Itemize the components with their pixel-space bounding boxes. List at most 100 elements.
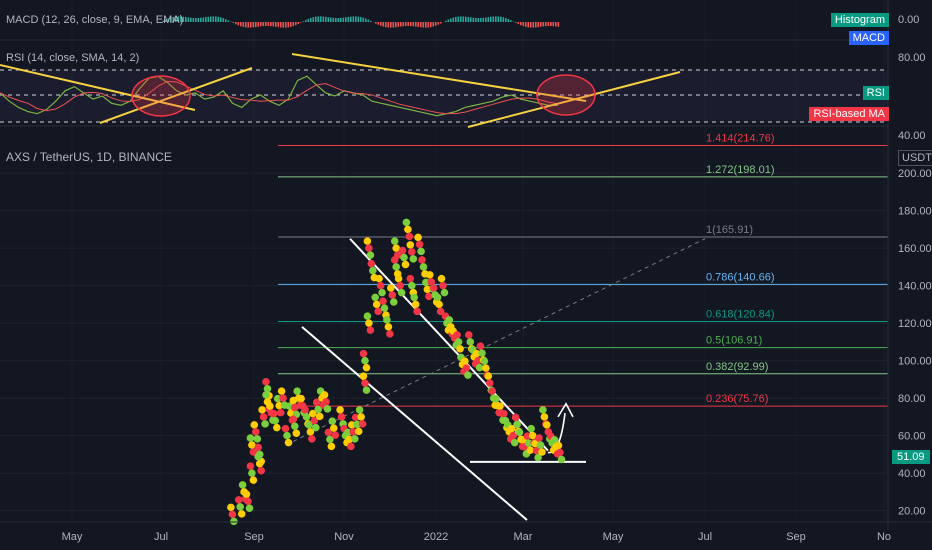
price-dot	[433, 293, 442, 302]
price-dot	[445, 316, 454, 324]
macd-badge: MACD	[848, 31, 889, 45]
price-dot	[357, 413, 365, 421]
macd-bar	[500, 16, 502, 22]
fib-level-label: 1.272(198.01)	[706, 164, 775, 176]
price-dot	[252, 428, 260, 436]
macd-bar	[415, 22, 417, 27]
price-dot	[515, 428, 524, 437]
price-dot	[408, 248, 416, 256]
price-dot	[478, 349, 486, 357]
price-dot	[236, 503, 244, 511]
price-dot	[453, 331, 461, 339]
price-dot	[540, 413, 549, 421]
price-dot	[492, 394, 500, 403]
price-dot	[276, 408, 285, 417]
price-dot	[238, 481, 247, 489]
macd-bar	[312, 17, 315, 22]
price-dot	[383, 316, 391, 324]
rsi-ma-badge: RSI-based MA	[809, 107, 889, 121]
price-dot	[496, 402, 504, 410]
macd-bar	[225, 19, 227, 22]
price-dot	[253, 435, 262, 443]
price-dot	[355, 406, 364, 414]
price-dot	[401, 260, 410, 269]
macd-bar	[482, 17, 485, 22]
macd-bar	[392, 22, 395, 28]
y-tick-label: 20.00	[898, 506, 926, 518]
price-dot	[266, 402, 274, 410]
price-dot	[429, 284, 438, 292]
price-dot	[535, 434, 543, 442]
price-dot	[405, 232, 414, 241]
y-tick-label: 140.00	[898, 281, 932, 293]
price-dot	[283, 431, 291, 440]
macd-bar	[405, 22, 407, 27]
price-dot	[440, 288, 449, 297]
price-dot	[359, 372, 368, 380]
macd-bar	[380, 22, 382, 26]
price-dot	[259, 413, 268, 421]
price-dot	[454, 338, 463, 346]
price-dot	[362, 363, 371, 372]
macd-bar	[232, 22, 235, 23]
price-dot	[254, 443, 262, 452]
macd-bar	[527, 22, 530, 28]
price-dot	[254, 452, 262, 461]
x-tick-label: Jul	[698, 531, 712, 543]
price-dot	[388, 291, 397, 299]
price-dot	[400, 253, 408, 262]
macd-bar	[387, 22, 390, 28]
price-dot	[486, 379, 494, 387]
macd-bar	[435, 22, 437, 26]
macd-bar	[307, 18, 310, 22]
price-dot	[480, 357, 489, 365]
macd-bar	[262, 22, 265, 27]
price-dot	[248, 469, 256, 477]
price-dot	[437, 274, 446, 283]
price-dot	[404, 225, 412, 234]
macd-bar	[412, 22, 415, 27]
macd-bar	[327, 17, 330, 22]
price-dot	[392, 263, 401, 271]
price-dot	[408, 281, 416, 290]
macd-bar	[420, 22, 422, 28]
macd-bar	[227, 20, 230, 22]
fib-level-label: 1(165.91)	[706, 224, 753, 236]
price-dot	[476, 342, 485, 350]
price-dot	[461, 357, 469, 365]
price-dot	[418, 256, 426, 264]
price-dot	[246, 434, 255, 442]
macd-bar	[467, 16, 470, 22]
price-dot	[250, 421, 259, 429]
price-dot	[322, 398, 330, 406]
macd-bar	[447, 19, 450, 22]
macd-bar	[515, 22, 517, 23]
macd-bar	[260, 22, 262, 27]
price-dot	[320, 391, 329, 399]
macd-bar	[545, 22, 547, 27]
price-dot	[384, 323, 393, 331]
macd-bar	[255, 22, 257, 28]
macd-axis-value: 0.00	[898, 14, 920, 26]
price-dot	[328, 417, 337, 425]
macd-bar	[517, 22, 520, 25]
macd-bar	[275, 22, 277, 27]
currency-label[interactable]: USDT	[898, 150, 932, 166]
price-dot	[242, 490, 251, 499]
macd-bar	[220, 17, 222, 22]
macd-bar	[202, 17, 205, 22]
macd-bar	[240, 22, 242, 27]
macd-bar	[362, 17, 365, 22]
macd-bar	[350, 16, 352, 22]
macd-bar	[540, 22, 542, 27]
price-dot	[376, 281, 385, 290]
price-dot	[366, 251, 375, 259]
fib-level-label: 1.414(214.76)	[706, 132, 775, 144]
price-dot	[277, 387, 286, 395]
price-dot	[297, 394, 305, 403]
price-dot	[331, 431, 340, 439]
macd-bar	[395, 22, 397, 28]
macd-bar	[397, 22, 400, 27]
price-dot	[255, 459, 264, 468]
macd-bar	[247, 22, 250, 28]
